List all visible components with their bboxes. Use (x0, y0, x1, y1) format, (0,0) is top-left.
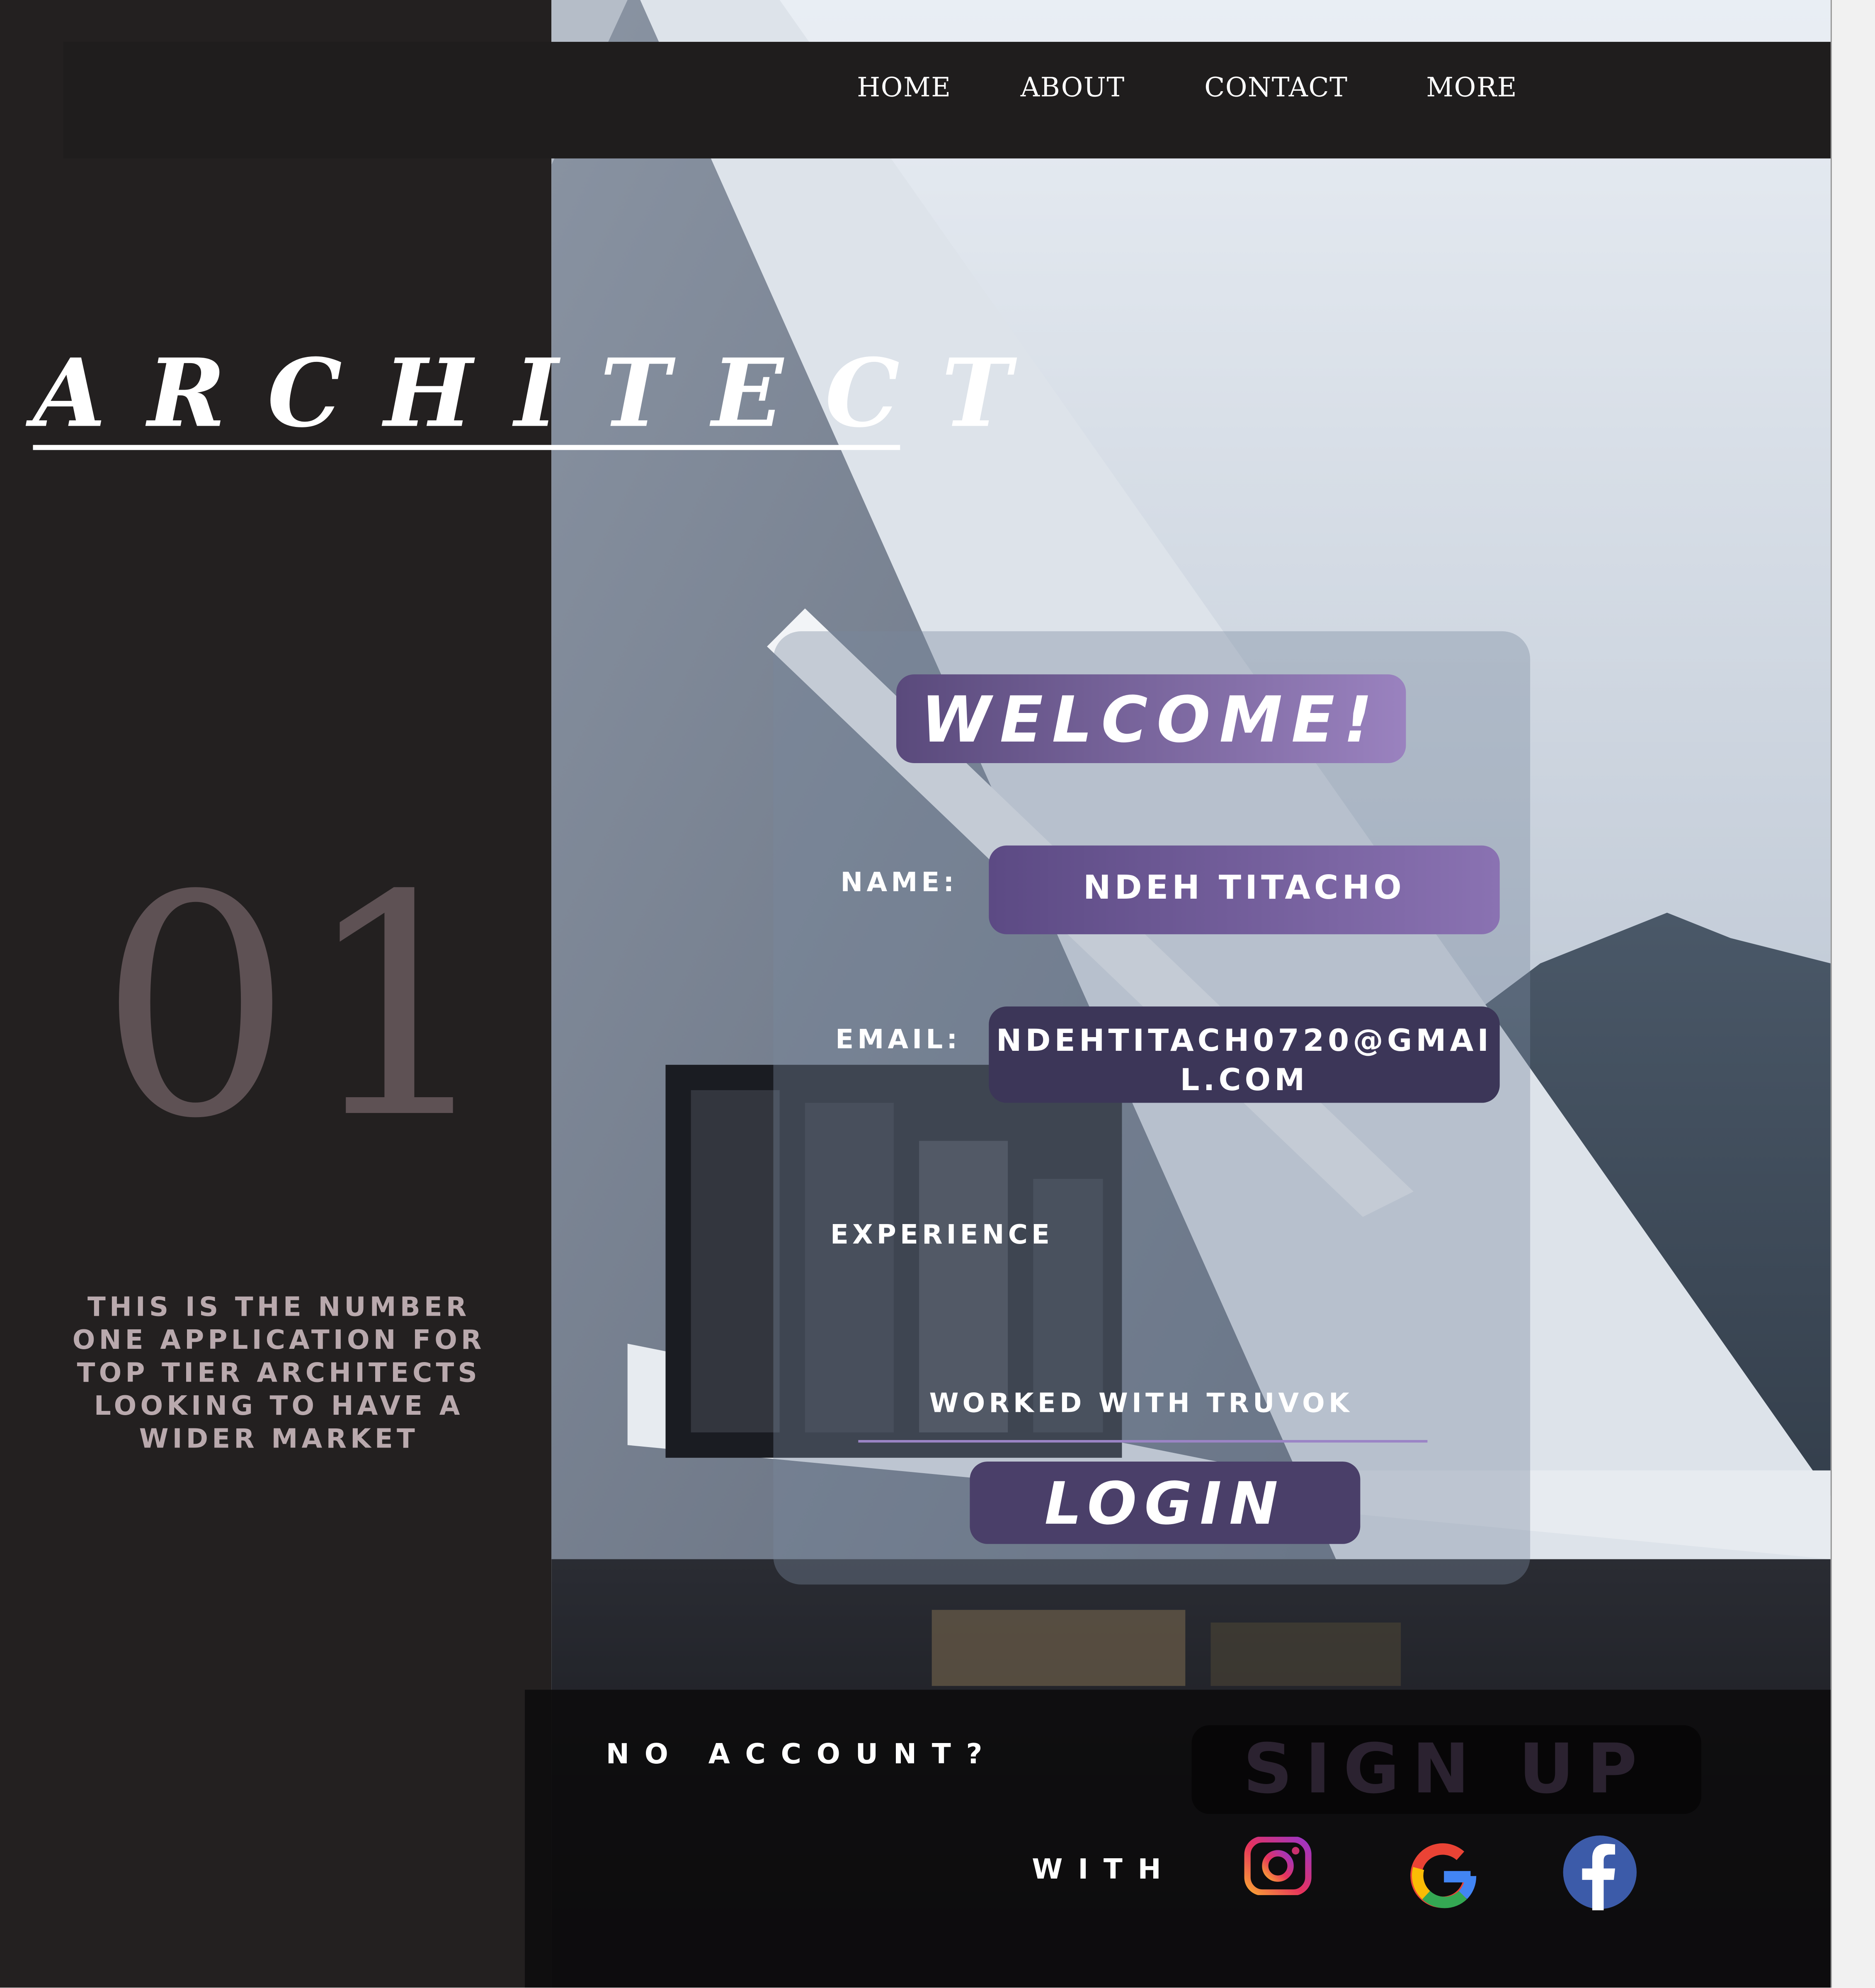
experience-label: EXPERIENCE (830, 1219, 1054, 1250)
section-number: 01 (99, 830, 507, 1186)
email-field[interactable]: NDEHTITACH0720@GMAIL.COM (989, 1006, 1500, 1103)
page-scrollbar-area (1830, 0, 1875, 1988)
page: HOME ABOUT CONTACT MORE ARCHITECT 01 THI… (0, 0, 1875, 1988)
name-label: NAME: (840, 867, 958, 898)
page-title: ARCHITECT (33, 339, 1053, 449)
with-label: WITH (1032, 1855, 1176, 1886)
email-label: EMAIL: (835, 1024, 961, 1055)
welcome-banner: WELCOME! (896, 674, 1406, 763)
google-icon[interactable] (1410, 1843, 1478, 1914)
nav-about[interactable]: ABOUT (1021, 72, 1125, 102)
top-navbar: HOME ABOUT CONTACT MORE (63, 41, 1831, 159)
instagram-icon[interactable] (1244, 1836, 1312, 1900)
facebook-icon[interactable] (1562, 1834, 1638, 1915)
nav-home[interactable]: HOME (857, 72, 951, 102)
title-underline (33, 445, 900, 450)
experience-field[interactable]: WORKED WITH TRUVOK (929, 1388, 1353, 1418)
nav-contact[interactable]: CONTACT (1204, 72, 1348, 102)
login-button[interactable]: LOGIN (970, 1461, 1361, 1544)
nav-more[interactable]: MORE (1426, 72, 1517, 102)
name-field[interactable]: NDEH TITACHO (989, 845, 1500, 934)
tagline-text: THIS IS THE NUMBER ONE APPLICATION FOR T… (72, 1292, 485, 1454)
signup-button[interactable]: SIGN UP (1191, 1725, 1701, 1814)
no-account-text: NO ACCOUNT? (606, 1739, 998, 1771)
experience-underline (858, 1440, 1428, 1443)
